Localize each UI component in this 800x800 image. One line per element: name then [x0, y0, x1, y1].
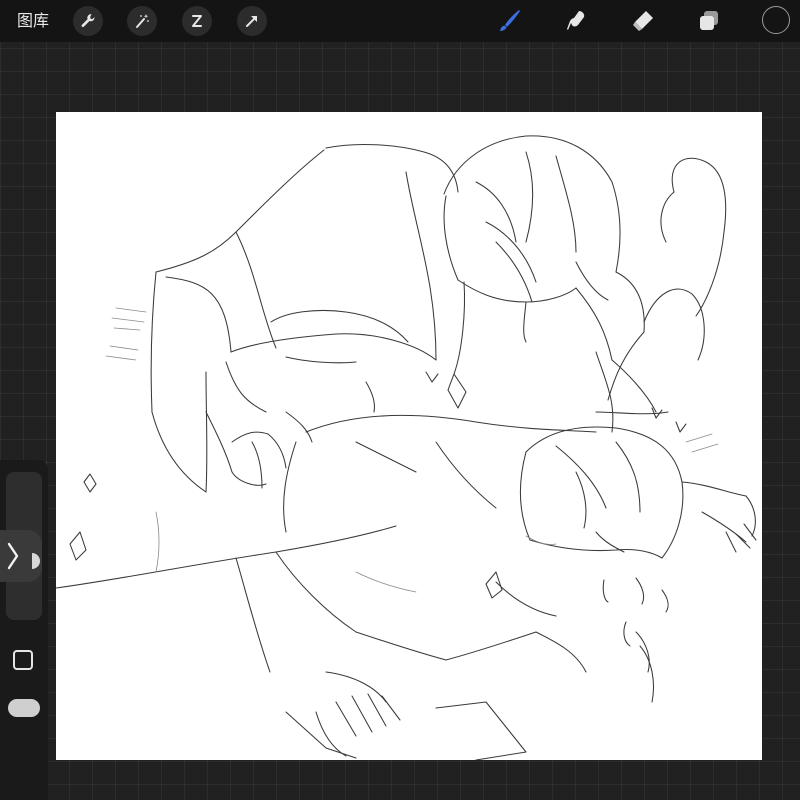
eraser-icon: [633, 11, 653, 31]
eraser-tool-button[interactable]: [628, 6, 658, 36]
layers-tool-button[interactable]: [694, 6, 724, 36]
procreate-workspace: 图库: [0, 0, 800, 800]
smudge-finger-icon: [567, 11, 585, 30]
color-swatch-button[interactable]: [762, 6, 790, 34]
actions-button[interactable]: [73, 6, 103, 36]
arrow-cursor-icon: [246, 16, 257, 27]
modify-button[interactable]: [13, 650, 33, 670]
drawing-canvas[interactable]: [56, 112, 762, 760]
line-art-sketch: [56, 135, 757, 760]
smudge-tool-button[interactable]: [561, 6, 591, 36]
chevron-right-icon: [7, 542, 19, 570]
layers-icon: [700, 11, 718, 30]
brush-tool-button[interactable]: [494, 6, 524, 36]
brush-icon: [500, 10, 520, 31]
left-sidebar: [0, 460, 48, 800]
top-toolbar: 图库: [0, 0, 800, 42]
wrench-icon: [81, 14, 95, 27]
gallery-button[interactable]: 图库: [17, 10, 49, 32]
selection-button[interactable]: [182, 6, 212, 36]
adjustments-button[interactable]: [127, 6, 157, 36]
selection-s-icon: [192, 15, 202, 27]
transform-button[interactable]: [237, 6, 267, 36]
magic-wand-icon: [136, 14, 149, 28]
brush-opacity-slider[interactable]: [8, 699, 40, 717]
